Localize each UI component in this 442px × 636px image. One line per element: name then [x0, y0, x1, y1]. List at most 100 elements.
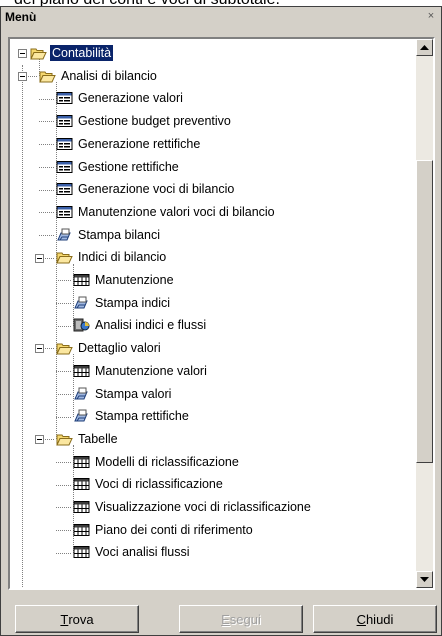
tree-item-label: Stampa rettifiche [95, 409, 189, 424]
tree-item[interactable]: Stampa rettifiche [73, 405, 191, 427]
tree-folder-item[interactable]: Dettaglio valori [56, 337, 163, 359]
grid-icon [73, 455, 90, 469]
tree-item[interactable]: Voci analisi flussi [73, 541, 192, 563]
tree-connector-line [56, 507, 71, 509]
tree-item[interactable]: Analisi indici e flussi [73, 314, 208, 336]
tree-item-label: Piano dei conti di riferimento [95, 522, 253, 537]
form-icon [56, 137, 73, 151]
tree-item-label: Manutenzione [95, 273, 174, 287]
tree-item[interactable]: Manutenzione valori voci di bilancio [56, 201, 277, 223]
tree-view: Contabilità Analisi di bilancio Generazion… [8, 37, 435, 590]
title-bar: Menù × [2, 8, 440, 26]
tree-item-label: Generazione voci di bilancio [78, 182, 235, 197]
grid-icon [73, 477, 90, 491]
tree-connector-line [56, 371, 71, 373]
tree-item[interactable]: Visualizzazione voci di riclassificazion… [73, 496, 313, 518]
find-button[interactable]: Trova [15, 605, 139, 633]
tree-connector-line [39, 234, 54, 236]
scroll-down-button[interactable] [416, 571, 433, 588]
close-button-mnemonic: C [356, 611, 366, 627]
close-button-label: hiudi [365, 611, 394, 627]
folder-open-icon [56, 250, 73, 264]
grid-icon [73, 273, 90, 287]
scrollbar-thumb[interactable] [416, 160, 433, 463]
tree-connector-line [56, 416, 71, 418]
tree-connector-line [56, 393, 71, 395]
print-icon [73, 296, 90, 310]
arrow-down-icon [420, 577, 429, 582]
tree-connector-line [39, 189, 54, 191]
form-icon [56, 114, 73, 128]
tree-item[interactable]: Generazione voci di bilancio [56, 178, 236, 200]
folder-open-icon [39, 69, 56, 83]
tree-connector-line [39, 166, 54, 168]
tree-item-label: Indici di bilancio [78, 250, 167, 265]
tree-item-label: Generazione rettifiche [78, 136, 201, 151]
find-button-mnemonic: T [60, 611, 69, 627]
tree-item-label: Voci di riclassificazione [95, 477, 223, 492]
tree-connector-line [39, 98, 54, 100]
tree-folder-item[interactable]: Indici di bilancio [56, 246, 168, 268]
grid-icon [73, 523, 90, 537]
tree-folder-item[interactable]: Analisi di bilancio [39, 65, 159, 87]
tree-item[interactable]: Stampa bilanci [56, 224, 162, 246]
collapse-toggle-icon[interactable] [35, 344, 44, 354]
tree-item-label: Analisi di bilancio [61, 68, 157, 83]
vertical-scrollbar[interactable] [416, 39, 433, 588]
tree-item-label: Stampa indici [95, 295, 171, 310]
form-icon [56, 160, 73, 174]
close-icon[interactable]: × [424, 10, 438, 23]
tree-item[interactable]: Manutenzione valori [73, 360, 209, 382]
tree-content: Contabilità Analisi di bilancio Generazion… [10, 39, 414, 588]
tree-connector-line [39, 121, 54, 123]
tree-item-label: Dettaglio valori [78, 341, 161, 356]
tree-item[interactable]: Modelli di riclassificazione [73, 451, 241, 473]
tree-item[interactable]: Piano dei conti di riferimento [73, 519, 255, 541]
tree-item[interactable]: Generazione valori [56, 87, 185, 109]
tree-folder-item[interactable]: Tabelle [56, 428, 120, 450]
tree-item[interactable]: Voci di riclassificazione [73, 473, 225, 495]
scroll-up-button[interactable] [416, 39, 433, 56]
tree-connector-line [56, 484, 71, 486]
tree-item-label: Contabilità [50, 45, 114, 61]
find-button-label: rova [68, 611, 94, 627]
tree-item[interactable]: Gestione rettifiche [56, 156, 181, 178]
grid-icon [73, 364, 90, 378]
grid-icon [73, 500, 90, 514]
tree-item-label: Gestione budget preventivo [78, 114, 231, 129]
tree-item-label: Stampa valori [95, 386, 172, 401]
arrow-up-icon [420, 45, 429, 50]
close-button[interactable]: Chiudi [313, 605, 437, 633]
tree-item[interactable]: Generazione rettifiche [56, 133, 202, 155]
analysis-icon [73, 318, 90, 332]
tree-item[interactable]: Gestione budget preventivo [56, 110, 233, 132]
tree-connector-line [56, 303, 71, 305]
folder-open-icon [56, 432, 73, 446]
tree-connector-line [39, 212, 54, 214]
form-icon [56, 182, 73, 196]
print-icon [56, 228, 73, 242]
tree-connector-line [56, 461, 71, 463]
collapse-toggle-icon[interactable] [35, 435, 44, 445]
tree-item-label: Tabelle [78, 431, 118, 446]
run-button-label: segui [229, 611, 261, 627]
form-icon [56, 91, 73, 105]
folder-open-icon [30, 46, 47, 60]
tree-item[interactable]: Manutenzione [73, 269, 176, 291]
tree-connector-line [56, 325, 71, 327]
run-button-mnemonic: E [221, 611, 230, 627]
tree-item[interactable]: Stampa valori [73, 383, 173, 405]
tree-item-label: Generazione valori [78, 91, 183, 106]
tree-item[interactable]: Stampa indici [73, 292, 172, 314]
print-icon [73, 387, 90, 401]
print-icon [73, 409, 90, 423]
run-button[interactable]: Esegui [179, 605, 303, 633]
tree-item-label: Stampa bilanci [78, 227, 160, 242]
tree-item-label: Analisi indici e flussi [95, 318, 207, 333]
collapse-toggle-icon[interactable] [18, 49, 27, 59]
grid-icon [73, 545, 90, 559]
collapse-toggle-icon[interactable] [35, 253, 44, 263]
tree-folder-item[interactable]: Contabilità [30, 42, 114, 64]
tree-connector-line [56, 530, 71, 532]
collapse-toggle-icon[interactable] [18, 72, 27, 82]
